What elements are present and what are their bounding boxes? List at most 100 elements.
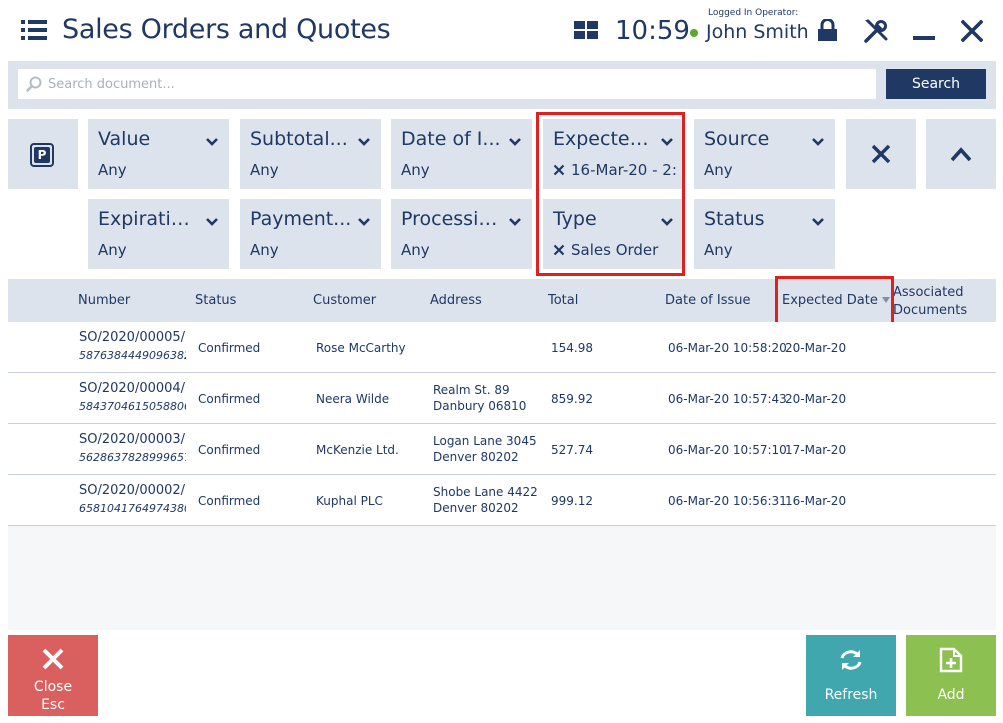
- chevron-down-icon: [206, 138, 218, 146]
- customer-address: Logan Lane 3045 Denver 80202: [433, 433, 537, 465]
- filter-processing[interactable]: Processin... Any: [391, 199, 532, 269]
- column-number[interactable]: Number: [78, 293, 130, 308]
- tools-icon[interactable]: [863, 18, 889, 44]
- chevron-down-icon: [812, 218, 824, 226]
- filter-name: Subtotal...: [250, 128, 348, 150]
- tiles-icon[interactable]: [574, 21, 598, 40]
- filter-value-text: Any: [401, 161, 430, 179]
- document-number: SO/2020/00003/P: [79, 432, 186, 447]
- minimize-icon[interactable]: [913, 36, 935, 40]
- operator-label: Logged In Operator:: [708, 8, 799, 18]
- parked-documents-button[interactable]: P: [8, 119, 78, 189]
- operator-name[interactable]: John Smith: [706, 21, 809, 43]
- filter-name: Source: [704, 128, 770, 150]
- collapse-filters-button[interactable]: [926, 119, 996, 189]
- address-line1: Logan Lane 3045: [433, 434, 537, 448]
- chevron-down-icon: [206, 218, 218, 226]
- table-row[interactable]: SO/2020/00002/P 65810417649743801 Confir…: [8, 475, 996, 526]
- filter-expiration-date[interactable]: Expiratio... Any: [88, 199, 229, 269]
- clear-filter-icon[interactable]: [553, 164, 565, 176]
- filter-type[interactable]: Type Sales Order: [543, 199, 684, 269]
- search-icon: [26, 76, 42, 92]
- filter-value-text: 16-Mar-20 - 2:: [553, 161, 678, 179]
- search-field: [18, 69, 876, 99]
- table-row[interactable]: SO/2020/00003/P 56286378289996570 Confir…: [8, 424, 996, 475]
- filter-value[interactable]: Value Any: [88, 119, 229, 189]
- address-line1: Shobe Lane 4422: [433, 485, 538, 499]
- chevron-down-icon: [812, 138, 824, 146]
- filter-value-text: Any: [98, 241, 127, 259]
- column-associated-line2: Documents: [893, 303, 968, 318]
- column-associated-line1: Associated: [893, 285, 964, 300]
- refresh-button[interactable]: Refresh: [806, 635, 896, 716]
- filter-status[interactable]: Status Any: [694, 199, 835, 269]
- filter-value-text: Any: [704, 161, 733, 179]
- add-button-label: Add: [937, 687, 965, 703]
- parking-icon: P: [30, 143, 54, 167]
- column-total[interactable]: Total: [548, 293, 578, 308]
- filter-name: Processin...: [401, 208, 503, 230]
- document-total: 527.74: [551, 443, 593, 457]
- chevron-up-icon: [950, 147, 972, 162]
- close-label: Close: [33, 679, 73, 695]
- add-button[interactable]: Add: [906, 635, 996, 716]
- expected-date: 20-Mar-20: [785, 341, 847, 355]
- document-number: SO/2020/00002/P: [79, 483, 186, 498]
- document-number: SO/2020/00004/P: [79, 381, 186, 396]
- date-of-issue: 06-Mar-20 10:57:43: [668, 392, 787, 406]
- column-date-of-issue[interactable]: Date of Issue: [665, 293, 750, 308]
- add-document-icon: [939, 647, 963, 673]
- address-line2: Denver 80202: [433, 450, 519, 464]
- filter-date-of-issue[interactable]: Date of I... Any: [391, 119, 532, 189]
- filter-value-text: Any: [250, 241, 279, 259]
- column-customer[interactable]: Customer: [313, 293, 376, 308]
- table-header: Number Status Customer Address Total Dat…: [8, 279, 996, 322]
- clear-filter-icon[interactable]: [553, 244, 565, 256]
- filter-value-text: Any: [98, 161, 127, 179]
- refresh-icon: [840, 650, 862, 670]
- close-window-icon[interactable]: [961, 20, 983, 42]
- column-status[interactable]: Status: [195, 293, 236, 308]
- page-title: Sales Orders and Quotes: [62, 14, 391, 45]
- filter-source[interactable]: Source Any: [694, 119, 835, 189]
- filter-value-text: Sales Order: [553, 241, 658, 259]
- document-status: Confirmed: [198, 443, 261, 457]
- column-associated-documents[interactable]: Associated Documents: [893, 284, 988, 320]
- filter-value-text: Any: [704, 241, 733, 259]
- document-code: 56286378289996570: [79, 451, 186, 464]
- table-row[interactable]: SO/2020/00004/P 58437046150588068 Confir…: [8, 373, 996, 424]
- document-total: 859.92: [551, 392, 593, 406]
- search-input[interactable]: [48, 69, 868, 99]
- customer-name: Rose McCarthy: [316, 341, 406, 355]
- filter-expected-date[interactable]: Expected... 16-Mar-20 - 2:: [543, 119, 684, 189]
- document-total: 999.12: [551, 494, 593, 508]
- sort-descending-icon: [881, 297, 890, 303]
- filter-value-label: Sales Order: [571, 241, 659, 259]
- filter-name: Payment...: [250, 208, 352, 230]
- filter-name: Value: [98, 128, 151, 150]
- table-row[interactable]: SO/2020/00005/P 58763844490963827 Confir…: [8, 322, 996, 373]
- customer-address: Realm St. 89 Danbury 06810: [433, 382, 526, 414]
- filter-name: Type: [553, 208, 597, 230]
- customer-name: Neera Wilde: [316, 392, 390, 406]
- close-button[interactable]: Close Esc: [8, 635, 98, 716]
- address-line2: Denver 80202: [433, 501, 519, 515]
- column-expected-date[interactable]: Expected Date: [782, 293, 890, 308]
- close-shortcut: Esc: [41, 697, 65, 713]
- lock-icon[interactable]: [817, 19, 838, 41]
- column-address[interactable]: Address: [430, 293, 482, 308]
- app-header: Sales Orders and Quotes 10:59 Logged In …: [0, 0, 1003, 60]
- chevron-down-icon: [358, 138, 370, 146]
- document-status: Confirmed: [198, 341, 261, 355]
- clear-filters-button[interactable]: [846, 119, 916, 189]
- customer-name: McKenzie Ltd.: [316, 443, 399, 457]
- filter-name: Expected...: [553, 128, 655, 150]
- customer-name: Kuphal PLC: [316, 494, 383, 508]
- filter-value-text: Any: [401, 241, 430, 259]
- filter-subtotal[interactable]: Subtotal... Any: [240, 119, 381, 189]
- chevron-down-icon: [358, 218, 370, 226]
- filter-payment[interactable]: Payment... Any: [240, 199, 381, 269]
- address-line2: Danbury 06810: [433, 399, 527, 413]
- search-button[interactable]: Search: [886, 69, 986, 99]
- menu-icon[interactable]: [21, 20, 47, 40]
